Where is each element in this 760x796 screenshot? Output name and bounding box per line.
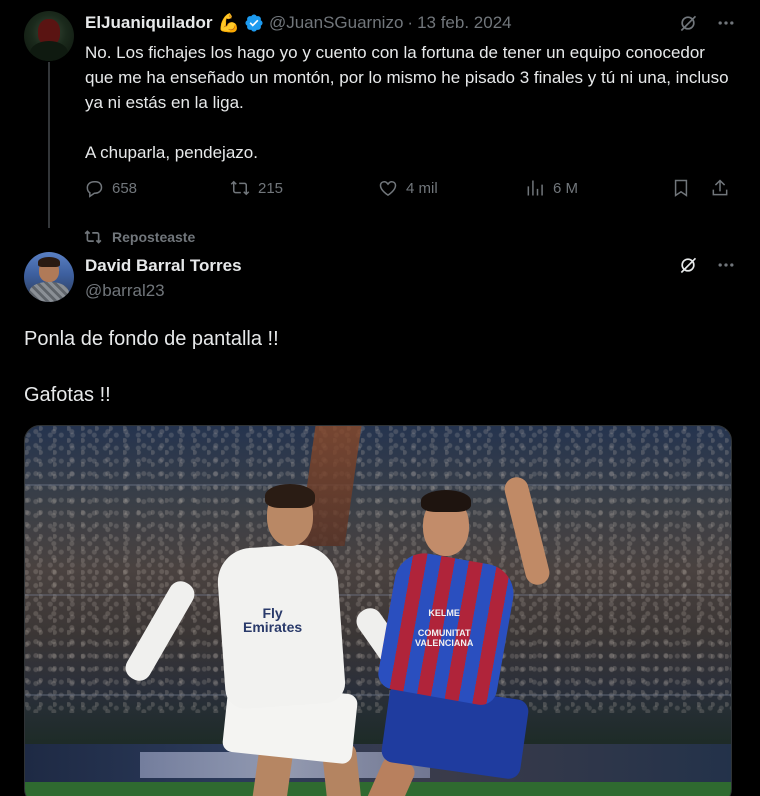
- thread-connector-line: [48, 62, 50, 228]
- bookmark-icon: [674, 179, 688, 197]
- like-count: 4 mil: [406, 179, 438, 197]
- bookmark-button[interactable]: [671, 178, 691, 198]
- repost-button[interactable]: 215: [230, 178, 283, 198]
- views-button[interactable]: 6 M: [525, 178, 578, 198]
- tweet2-body: Ponla de fondo de pantalla !! Gafotas !!: [24, 325, 724, 437]
- jersey-sponsor-text: KELME COMUNITAT VALENCIANA: [415, 608, 474, 648]
- repost-icon: [230, 180, 250, 196]
- grok-icon[interactable]: [677, 12, 699, 34]
- tweet1-handle[interactable]: @JuanSGuarnizo: [269, 13, 403, 33]
- player-striped-hair: [421, 490, 471, 512]
- stand-tier-line: [25, 484, 731, 486]
- repost-small-icon: [84, 230, 102, 244]
- reply-button[interactable]: 658: [84, 178, 137, 198]
- avatar-eljuaniquilador[interactable]: [24, 11, 74, 61]
- like-button[interactable]: 4 mil: [378, 178, 438, 198]
- flexed-biceps-emoji: 💪: [217, 12, 240, 33]
- tweet2-paragraph: Ponla de fondo de pantalla !!: [24, 328, 279, 350]
- tweet1-date[interactable]: 13 feb. 2024: [417, 13, 512, 33]
- avatar-body: [30, 41, 68, 61]
- heart-icon: [379, 181, 397, 196]
- share-icon: [712, 179, 728, 196]
- grok-icon[interactable]: [677, 254, 699, 276]
- more-options-icon[interactable]: [715, 254, 737, 276]
- more-options-icon[interactable]: [715, 12, 737, 34]
- tweet2-paragraph: Gafotas !!: [24, 384, 111, 406]
- tweet1-header: ElJuaniquilador 💪 @JuanSGuarnizo · 13 fe…: [85, 12, 512, 34]
- tweet1-body: No. Los fichajes los hago yo y cuento co…: [85, 40, 735, 190]
- tweet1-display-name[interactable]: ElJuaniquilador: [85, 13, 213, 33]
- tweet1-paragraph: No. Los fichajes los hago yo y cuento co…: [85, 43, 729, 112]
- reply-count: 658: [112, 179, 138, 197]
- repost-count: 215: [258, 179, 284, 197]
- verified-badge-icon[interactable]: [244, 13, 264, 33]
- share-button[interactable]: [710, 178, 730, 198]
- tweet1-action-bar: 658 215 4 mil 6 M: [84, 178, 734, 206]
- tweet2-photo-football-match[interactable]: Fly Emirates KELME COMUNITAT VALENCIANA: [24, 425, 732, 796]
- avatar-david-barral[interactable]: [24, 252, 74, 302]
- jersey-sponsor-text: Fly Emirates: [243, 605, 303, 635]
- reposted-label[interactable]: Reposteaste: [112, 229, 195, 245]
- player-white-hair: [265, 484, 315, 508]
- tweet1-paragraph: A chuparla, pendejazo.: [85, 143, 258, 162]
- avatar-hair: [38, 257, 60, 267]
- tweet2-top-actions: [677, 254, 737, 276]
- stand-tier-line: [25, 694, 731, 696]
- views-chart-icon: [527, 180, 543, 196]
- view-count: 6 M: [553, 179, 579, 197]
- header-separator: ·: [407, 13, 414, 32]
- tweet2-handle[interactable]: @barral23: [85, 281, 165, 301]
- tweet2-display-name[interactable]: David Barral Torres: [85, 256, 242, 276]
- avatar-shirt: [29, 282, 69, 302]
- reply-icon: [86, 181, 103, 198]
- tweet1-top-actions: [677, 12, 737, 34]
- stand-tier-line: [25, 594, 731, 596]
- reposted-indicator: Reposteaste: [84, 228, 195, 246]
